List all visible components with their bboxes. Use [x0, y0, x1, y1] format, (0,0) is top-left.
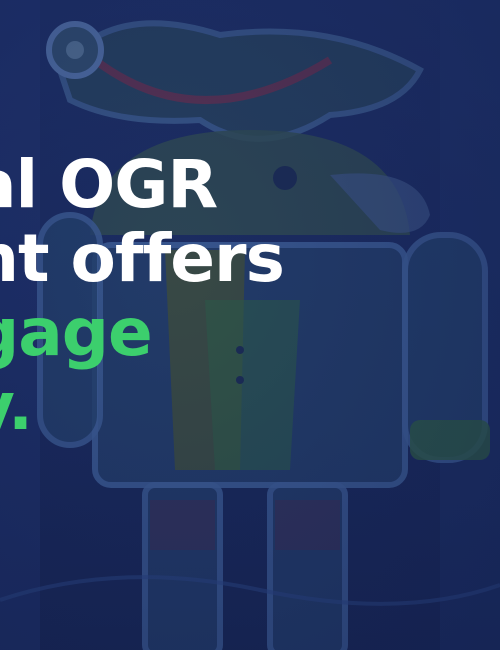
headline-line-1: al OGR — [0, 146, 218, 223]
headline: al OGR nt offers gage y. — [0, 146, 285, 445]
headline-line-2: nt offers — [0, 220, 285, 297]
headline-line-4: y. — [0, 368, 33, 445]
hero-banner: al OGR nt offers gage y. — [0, 0, 500, 650]
headline-line-3: gage — [0, 294, 153, 371]
